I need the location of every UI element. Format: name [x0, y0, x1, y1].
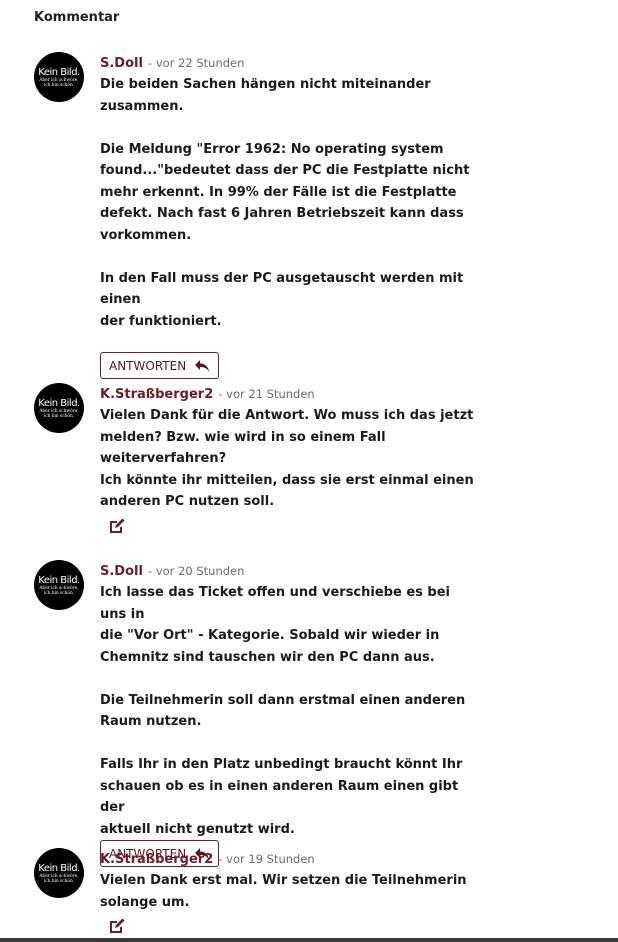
comment-time: - vor 21 Stunden [218, 387, 315, 401]
reply-button[interactable]: ANTWORTEN [100, 352, 220, 379]
avatar-line2: Aber ich schwöre, ich bin schön. [39, 585, 79, 596]
comment-text: Vielen Dank für die Antwort. Wo muss ich… [100, 408, 474, 509]
avatar: Kein Bild. Aber ich schwöre, ich bin sch… [34, 52, 84, 102]
avatar-line1: Kein Bild. [38, 862, 80, 874]
comment-time: - vor 22 Stunden [148, 56, 245, 70]
comment-text: Die beiden Sachen hängen nicht miteinand… [100, 77, 470, 329]
edit-icon[interactable] [108, 517, 126, 535]
comment-author[interactable]: S.Doll [100, 564, 143, 579]
reply-arrow-icon [195, 359, 210, 372]
avatar-line2: Aber ich schwöre, ich bin schön. [39, 873, 79, 884]
avatar-line1: Kein Bild. [38, 397, 80, 409]
section-title: Kommentar [34, 10, 120, 25]
avatar: Kein Bild. Aber ich schwöre, ich bin sch… [34, 848, 84, 898]
comment-author[interactable]: K.Straßberger2 [100, 852, 213, 867]
comment-time: - vor 19 Stunden [218, 852, 315, 866]
comment-text: Ich lasse das Ticket offen und verschieb… [100, 585, 466, 837]
avatar-line2: Aber ich schwöre, ich bin schön. [39, 408, 79, 419]
avatar-line1: Kein Bild. [38, 574, 80, 586]
comment-author[interactable]: S.Doll [100, 56, 143, 71]
comment-text: Vielen Dank erst mal. Wir setzen die Tei… [100, 873, 467, 910]
comment-author[interactable]: K.Straßberger2 [100, 387, 213, 402]
reply-button-label: ANTWORTEN [109, 358, 187, 373]
edit-icon[interactable] [108, 917, 126, 935]
avatar-line1: Kein Bild. [38, 66, 80, 78]
avatar: Kein Bild. Aber ich schwöre, ich bin sch… [34, 560, 84, 610]
avatar: Kein Bild. Aber ich schwöre, ich bin sch… [34, 383, 84, 433]
comment-time: - vor 20 Stunden [148, 564, 245, 578]
avatar-line2: Aber ich schwöre, ich bin schön. [39, 77, 79, 88]
bottom-scroll-edge [0, 938, 618, 942]
